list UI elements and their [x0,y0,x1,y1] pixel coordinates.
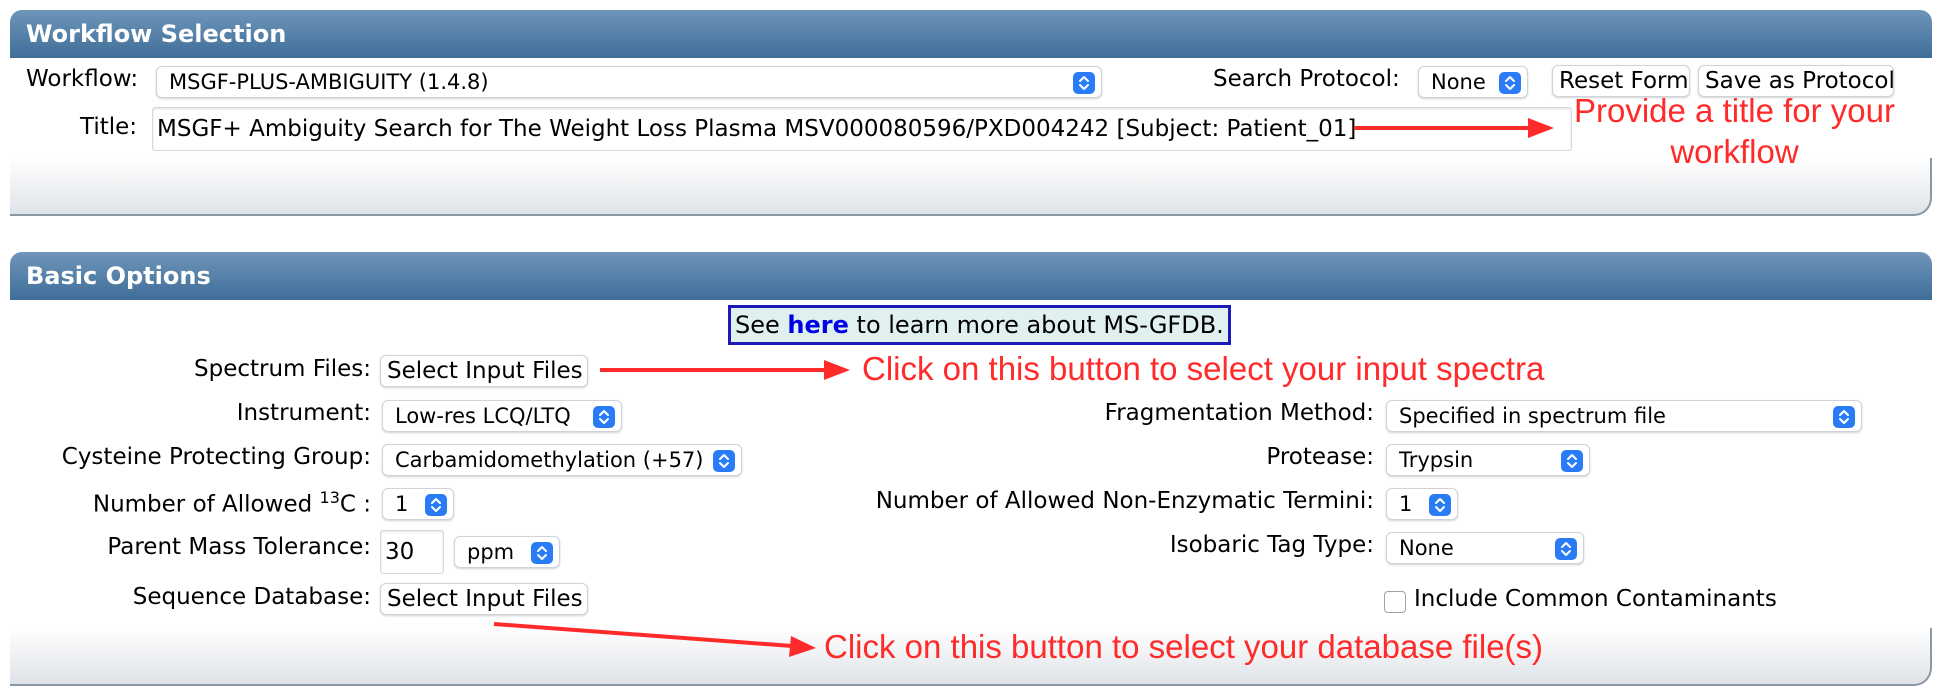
database-arrow-icon [493,622,816,657]
spectrum-arrow-icon [600,360,850,380]
title-arrow-icon [1354,118,1554,138]
annotation-arrows [493,118,1554,657]
